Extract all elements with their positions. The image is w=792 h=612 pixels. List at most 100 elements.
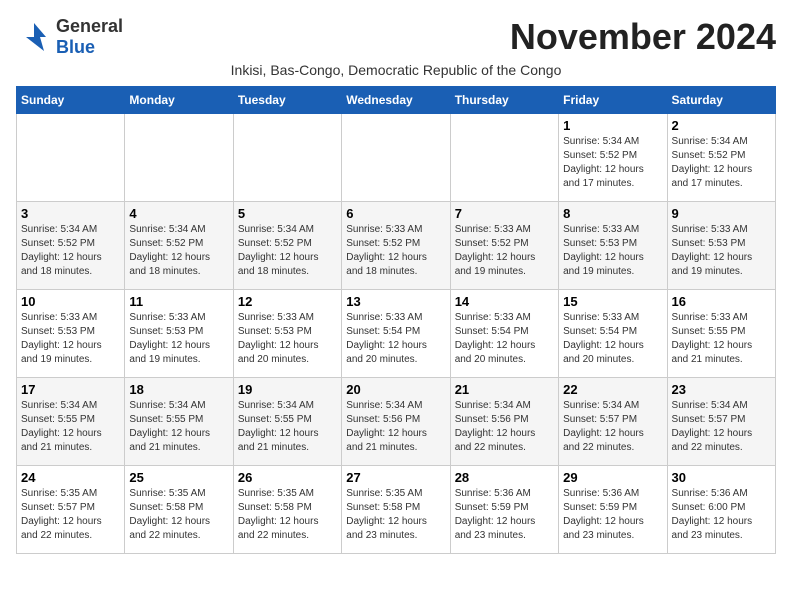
calendar-cell-21: 17 Sunrise: 5:34 AM Sunset: 5:55 PM Dayli… bbox=[17, 378, 125, 466]
day-number: 5 bbox=[238, 206, 337, 221]
day-info: Sunrise: 5:33 AM Sunset: 5:52 PM Dayligh… bbox=[346, 223, 445, 279]
calendar-subtitle: Inkisi, Bas-Congo, Democratic Republic o… bbox=[16, 62, 776, 78]
calendar-cell-30: 26 Sunrise: 5:35 AM Sunset: 5:58 PM Dayli… bbox=[233, 466, 341, 554]
calendar-cell-14: 10 Sunrise: 5:33 AM Sunset: 5:53 PM Dayli… bbox=[17, 290, 125, 378]
calendar-week-4: 17 Sunrise: 5:34 AM Sunset: 5:55 PM Dayli… bbox=[17, 378, 776, 466]
calendar-week-5: 24 Sunrise: 5:35 AM Sunset: 5:57 PM Dayli… bbox=[17, 466, 776, 554]
weekday-header-wednesday: Wednesday bbox=[342, 87, 450, 114]
day-number: 19 bbox=[238, 382, 337, 397]
day-info: Sunrise: 5:34 AM Sunset: 5:57 PM Dayligh… bbox=[563, 399, 662, 455]
logo-general: General bbox=[56, 16, 123, 36]
day-info: Sunrise: 5:34 AM Sunset: 5:55 PM Dayligh… bbox=[129, 399, 228, 455]
calendar-cell-2 bbox=[233, 114, 341, 202]
day-info: Sunrise: 5:33 AM Sunset: 5:54 PM Dayligh… bbox=[455, 311, 554, 367]
calendar-cell-22: 18 Sunrise: 5:34 AM Sunset: 5:55 PM Dayli… bbox=[125, 378, 233, 466]
day-number: 2 bbox=[672, 118, 771, 133]
day-number: 9 bbox=[672, 206, 771, 221]
day-info: Sunrise: 5:35 AM Sunset: 5:58 PM Dayligh… bbox=[346, 487, 445, 543]
day-info: Sunrise: 5:34 AM Sunset: 5:52 PM Dayligh… bbox=[563, 135, 662, 191]
day-info: Sunrise: 5:36 AM Sunset: 5:59 PM Dayligh… bbox=[455, 487, 554, 543]
calendar-cell-3 bbox=[342, 114, 450, 202]
day-number: 18 bbox=[129, 382, 228, 397]
calendar-cell-19: 15Sunrise: 5:33 AM Sunset: 5:54 PM Dayli… bbox=[559, 290, 667, 378]
day-number: 4 bbox=[129, 206, 228, 221]
weekday-header-monday: Monday bbox=[125, 87, 233, 114]
day-info: Sunrise: 5:34 AM Sunset: 5:55 PM Dayligh… bbox=[21, 399, 120, 455]
calendar-cell-26: 22 Sunrise: 5:34 AM Sunset: 5:57 PM Dayli… bbox=[559, 378, 667, 466]
calendar-week-1: 1 Sunrise: 5:34 AM Sunset: 5:52 PM Daylig… bbox=[17, 114, 776, 202]
day-info: Sunrise: 5:33 AM Sunset: 5:52 PM Dayligh… bbox=[455, 223, 554, 279]
weekday-header-row: SundayMondayTuesdayWednesdayThursdayFrid… bbox=[17, 87, 776, 114]
day-number: 22 bbox=[563, 382, 662, 397]
calendar-cell-28: 24 Sunrise: 5:35 AM Sunset: 5:57 PM Dayli… bbox=[17, 466, 125, 554]
logo-text: General Blue bbox=[56, 16, 123, 58]
day-number: 1 bbox=[563, 118, 662, 133]
calendar-body: 1 Sunrise: 5:34 AM Sunset: 5:52 PM Daylig… bbox=[17, 114, 776, 554]
day-number: 26 bbox=[238, 470, 337, 485]
day-info: Sunrise: 5:34 AM Sunset: 5:52 PM Dayligh… bbox=[21, 223, 120, 279]
day-info: Sunrise: 5:33 AM Sunset: 5:53 PM Dayligh… bbox=[129, 311, 228, 367]
calendar-table: SundayMondayTuesdayWednesdayThursdayFrid… bbox=[16, 86, 776, 554]
calendar-cell-34: 30Sunrise: 5:36 AM Sunset: 6:00 PM Dayli… bbox=[667, 466, 775, 554]
calendar-cell-27: 23Sunrise: 5:34 AM Sunset: 5:57 PM Dayli… bbox=[667, 378, 775, 466]
day-number: 10 bbox=[21, 294, 120, 309]
day-number: 14 bbox=[455, 294, 554, 309]
day-number: 24 bbox=[21, 470, 120, 485]
calendar-cell-33: 29 Sunrise: 5:36 AM Sunset: 5:59 PM Dayli… bbox=[559, 466, 667, 554]
weekday-header-thursday: Thursday bbox=[450, 87, 558, 114]
calendar-cell-20: 16 Sunrise: 5:33 AM Sunset: 5:55 PM Dayli… bbox=[667, 290, 775, 378]
day-info: Sunrise: 5:33 AM Sunset: 5:53 PM Dayligh… bbox=[21, 311, 120, 367]
day-info: Sunrise: 5:35 AM Sunset: 5:57 PM Dayligh… bbox=[21, 487, 120, 543]
day-number: 17 bbox=[21, 382, 120, 397]
day-info: Sunrise: 5:34 AM Sunset: 5:55 PM Dayligh… bbox=[238, 399, 337, 455]
day-number: 16 bbox=[672, 294, 771, 309]
day-number: 29 bbox=[563, 470, 662, 485]
calendar-cell-10: 6 Sunrise: 5:33 AM Sunset: 5:52 PM Daylig… bbox=[342, 202, 450, 290]
calendar-cell-24: 20Sunrise: 5:34 AM Sunset: 5:56 PM Dayli… bbox=[342, 378, 450, 466]
calendar-cell-0 bbox=[17, 114, 125, 202]
calendar-cell-11: 7 Sunrise: 5:33 AM Sunset: 5:52 PM Daylig… bbox=[450, 202, 558, 290]
weekday-header-tuesday: Tuesday bbox=[233, 87, 341, 114]
calendar-cell-12: 8Sunrise: 5:33 AM Sunset: 5:53 PM Daylig… bbox=[559, 202, 667, 290]
day-number: 23 bbox=[672, 382, 771, 397]
weekday-header-friday: Friday bbox=[559, 87, 667, 114]
calendar-cell-13: 9Sunrise: 5:33 AM Sunset: 5:53 PM Daylig… bbox=[667, 202, 775, 290]
calendar-cell-32: 28 Sunrise: 5:36 AM Sunset: 5:59 PM Dayli… bbox=[450, 466, 558, 554]
day-number: 3 bbox=[21, 206, 120, 221]
day-number: 28 bbox=[455, 470, 554, 485]
day-info: Sunrise: 5:34 AM Sunset: 5:56 PM Dayligh… bbox=[346, 399, 445, 455]
day-info: Sunrise: 5:34 AM Sunset: 5:52 PM Dayligh… bbox=[672, 135, 771, 191]
calendar-cell-31: 27 Sunrise: 5:35 AM Sunset: 5:58 PM Dayli… bbox=[342, 466, 450, 554]
calendar-header: SundayMondayTuesdayWednesdayThursdayFrid… bbox=[17, 87, 776, 114]
day-number: 21 bbox=[455, 382, 554, 397]
day-number: 27 bbox=[346, 470, 445, 485]
calendar-cell-1 bbox=[125, 114, 233, 202]
month-title: November 2024 bbox=[510, 16, 776, 58]
calendar-cell-17: 13Sunrise: 5:33 AM Sunset: 5:54 PM Dayli… bbox=[342, 290, 450, 378]
day-info: Sunrise: 5:36 AM Sunset: 5:59 PM Dayligh… bbox=[563, 487, 662, 543]
logo-blue: Blue bbox=[56, 37, 95, 57]
day-info: Sunrise: 5:33 AM Sunset: 5:55 PM Dayligh… bbox=[672, 311, 771, 367]
day-info: Sunrise: 5:34 AM Sunset: 5:52 PM Dayligh… bbox=[129, 223, 228, 279]
calendar-cell-29: 25Sunrise: 5:35 AM Sunset: 5:58 PM Dayli… bbox=[125, 466, 233, 554]
calendar-week-3: 10 Sunrise: 5:33 AM Sunset: 5:53 PM Dayli… bbox=[17, 290, 776, 378]
day-number: 12 bbox=[238, 294, 337, 309]
weekday-header-saturday: Saturday bbox=[667, 87, 775, 114]
calendar-cell-7: 3 Sunrise: 5:34 AM Sunset: 5:52 PM Daylig… bbox=[17, 202, 125, 290]
calendar-cell-4 bbox=[450, 114, 558, 202]
day-number: 6 bbox=[346, 206, 445, 221]
day-info: Sunrise: 5:35 AM Sunset: 5:58 PM Dayligh… bbox=[238, 487, 337, 543]
day-number: 7 bbox=[455, 206, 554, 221]
day-info: Sunrise: 5:36 AM Sunset: 6:00 PM Dayligh… bbox=[672, 487, 771, 543]
calendar-cell-15: 11Sunrise: 5:33 AM Sunset: 5:53 PM Dayli… bbox=[125, 290, 233, 378]
weekday-header-sunday: Sunday bbox=[17, 87, 125, 114]
calendar-cell-6: 2 Sunrise: 5:34 AM Sunset: 5:52 PM Daylig… bbox=[667, 114, 775, 202]
calendar-cell-18: 14 Sunrise: 5:33 AM Sunset: 5:54 PM Dayli… bbox=[450, 290, 558, 378]
day-number: 15 bbox=[563, 294, 662, 309]
day-info: Sunrise: 5:35 AM Sunset: 5:58 PM Dayligh… bbox=[129, 487, 228, 543]
day-info: Sunrise: 5:33 AM Sunset: 5:53 PM Dayligh… bbox=[563, 223, 662, 279]
day-number: 13 bbox=[346, 294, 445, 309]
calendar-cell-9: 5Sunrise: 5:34 AM Sunset: 5:52 PM Daylig… bbox=[233, 202, 341, 290]
calendar-cell-25: 21 Sunrise: 5:34 AM Sunset: 5:56 PM Dayli… bbox=[450, 378, 558, 466]
day-info: Sunrise: 5:34 AM Sunset: 5:56 PM Dayligh… bbox=[455, 399, 554, 455]
